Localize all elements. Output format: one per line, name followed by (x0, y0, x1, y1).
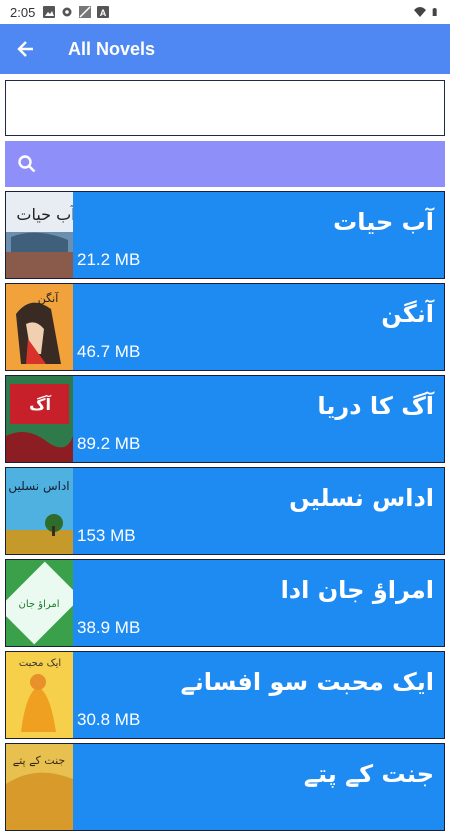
novel-title: آگ کا دریا (317, 392, 434, 420)
book-cover-icon: امراؤ جان (6, 560, 73, 646)
status-right-icons (414, 6, 440, 18)
arrow-left-icon (17, 41, 33, 57)
search-icon[interactable] (17, 154, 37, 174)
novel-size: 89.2 MB (77, 434, 141, 453)
status-left-icons: A (43, 6, 110, 18)
app-bar: All Novels (0, 24, 450, 74)
text-input-field[interactable] (5, 80, 445, 136)
svg-text:آب حیات: آب حیات (16, 205, 73, 224)
novel-list: آب حیات آب حیات 21.2 MB آنگن آنگن 46.7 M… (5, 191, 445, 835)
svg-text:ایک محبت: ایک محبت (19, 658, 61, 669)
book-cover-icon: ایک محبت (6, 652, 73, 738)
status-bar: 2:05 A (0, 0, 450, 24)
svg-text:آگ: آگ (29, 394, 51, 414)
list-item[interactable]: ایک محبت ایک محبت سو افسانے 30.8 MB (5, 651, 445, 739)
svg-text:A: A (100, 8, 107, 18)
list-item[interactable]: امراؤ جان امراؤ جان ادا 38.9 MB (5, 559, 445, 647)
novel-title: جنت کے پتے (303, 760, 434, 788)
novel-size: 21.2 MB (77, 250, 141, 269)
book-cover-icon: اداس نسلیں (6, 468, 73, 554)
signal-off-icon (79, 6, 92, 18)
book-cover-icon: آگ (6, 376, 73, 462)
novel-size: 153 MB (77, 526, 136, 545)
page-title: All Novels (68, 38, 156, 59)
list-item[interactable]: آنگن آنگن 46.7 MB (5, 283, 445, 371)
image-icon (43, 6, 56, 18)
book-cover-icon: آب حیات (6, 192, 73, 278)
novel-title: امراؤ جان ادا (280, 576, 434, 604)
novel-title: آنگن (381, 300, 434, 328)
battery-icon (432, 8, 437, 16)
search-bar[interactable] (5, 141, 445, 187)
wifi-icon (414, 7, 426, 17)
back-button[interactable] (0, 24, 52, 74)
svg-text:اداس نسلیں: اداس نسلیں (8, 479, 69, 494)
svg-text:جنت کے پتے: جنت کے پتے (13, 754, 65, 767)
novel-size: 38.9 MB (77, 618, 141, 637)
a-icon: A (97, 6, 110, 18)
novel-title: آب حیات (333, 208, 434, 236)
status-time: 2:05 (10, 4, 36, 20)
list-item[interactable]: آگ آگ کا دریا 89.2 MB (5, 375, 445, 463)
novel-title: اداس نسلیں (289, 484, 434, 512)
list-item[interactable]: آب حیات آب حیات 21.2 MB (5, 191, 445, 279)
list-item[interactable]: جنت کے پتے جنت کے پتے (5, 743, 445, 831)
svg-text:آنگن: آنگن (38, 291, 60, 305)
book-cover-icon: آنگن (6, 284, 73, 370)
list-item[interactable]: اداس نسلیں اداس نسلیں 153 MB (5, 467, 445, 555)
svg-text:امراؤ جان: امراؤ جان (18, 599, 59, 610)
novel-size: 46.7 MB (77, 342, 141, 361)
novel-size: 30.8 MB (77, 710, 141, 729)
novel-title: ایک محبت سو افسانے (180, 668, 434, 696)
gear-icon (62, 7, 72, 17)
book-cover-icon: جنت کے پتے (6, 744, 73, 830)
